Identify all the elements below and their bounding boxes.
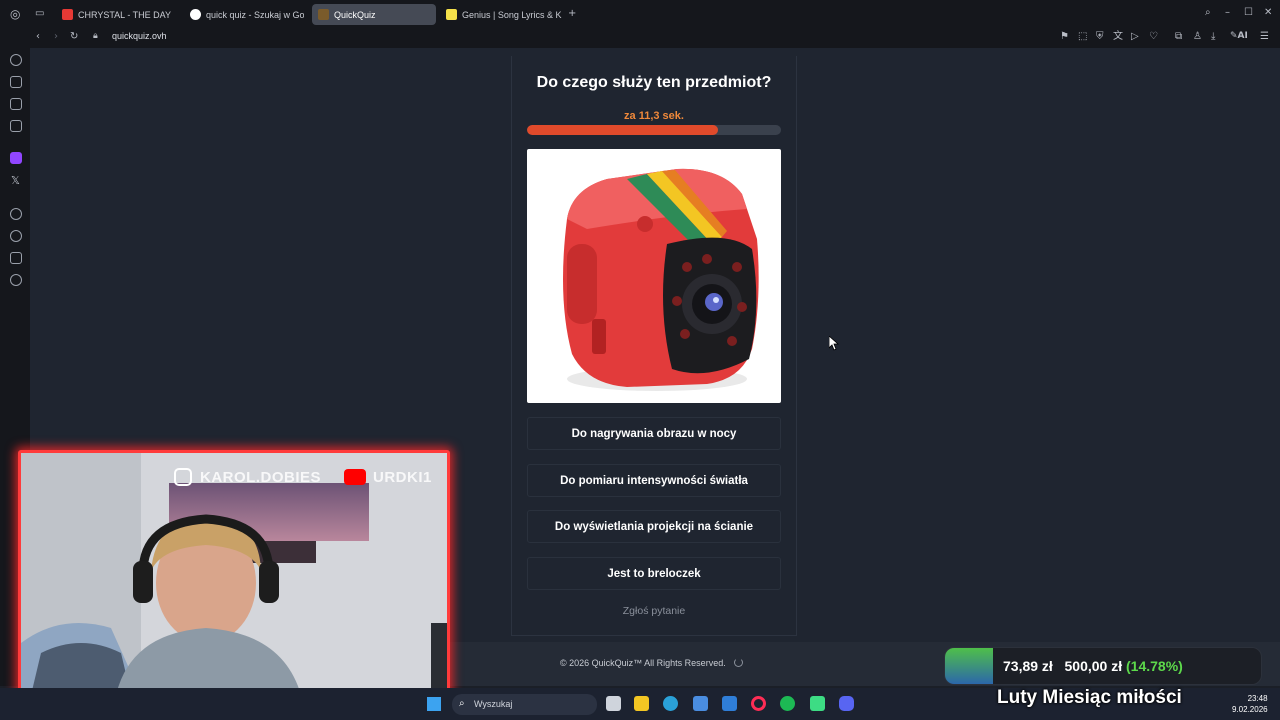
tab-label: quick quiz - Szukaj w Goo: [206, 9, 304, 20]
quiz-image: [527, 149, 781, 403]
spinner-icon: [734, 658, 744, 667]
instagram-handle: KAROL.DOBIES: [200, 469, 322, 486]
new-tab-icon[interactable]: +: [568, 9, 576, 19]
spotify-icon[interactable]: [780, 696, 795, 711]
sidebar-twitch-icon[interactable]: [10, 152, 22, 164]
answer-option-2[interactable]: Do pomiaru intensywności światła: [527, 464, 781, 497]
tab-google[interactable]: quick quiz - Szukaj w Goo: [184, 4, 304, 25]
browser-tab-bar: ◎ ▭ CHRYSTAL - THE DAY quick quiz - Szuk…: [0, 0, 1280, 28]
instagram-icon: [174, 468, 192, 486]
search-icon: ⌕: [459, 698, 465, 709]
sidebar-player-icon[interactable]: [10, 208, 22, 220]
address-bar: ‹ › ↻ 🔒︎ ⚑ ⬚ ⛨ 文 ▷ ♡ ⧉ ♙ ⤓ ✎AI ☰: [0, 28, 1280, 48]
profile-icon[interactable]: ♙: [1193, 32, 1202, 42]
forward-icon[interactable]: ›: [54, 32, 58, 42]
answer-option-1[interactable]: Do nagrywania obrazu w nocy: [527, 417, 781, 450]
play-icon[interactable]: ▷: [1131, 32, 1139, 42]
sidebar-x-icon[interactable]: 𝕏: [11, 175, 20, 186]
report-question-link[interactable]: Zgłoś pytanie: [511, 605, 797, 617]
store-icon[interactable]: [693, 696, 708, 711]
sidebar-bag-icon[interactable]: [10, 76, 22, 88]
youtube-icon: [344, 469, 366, 485]
answer-option-4[interactable]: Jest to breloczek: [527, 557, 781, 590]
quiz-question: Do czego służy ten przedmiot?: [536, 74, 772, 91]
sidebar-m-icon[interactable]: [10, 120, 22, 132]
sidebar-history-icon[interactable]: [10, 230, 22, 242]
reload-icon[interactable]: ↻: [70, 32, 78, 42]
taskbar-search-placeholder: Wyszukaj: [474, 699, 513, 709]
sidebar-refresh-icon[interactable]: [10, 54, 22, 66]
answer-label: Do wyświetlania projekcji na ścianie: [554, 520, 754, 533]
mini-camera-illustration: [563, 168, 759, 391]
clock-date: 9.02.2026: [1232, 705, 1268, 714]
translate-icon[interactable]: 文: [1113, 32, 1123, 42]
answer-label: Jest to breloczek: [607, 567, 701, 580]
timer-progress-bar: [527, 125, 781, 135]
heart-icon[interactable]: ♡: [1149, 32, 1158, 42]
screenshot-icon[interactable]: ⬚: [1078, 32, 1087, 42]
sidebar-settings-icon[interactable]: [10, 274, 22, 286]
donation-goal-widget: 73,89 zł 500,00 zł (14.78%): [944, 647, 1262, 685]
copyright-text: © 2026 QuickQuiz™ All Rights Reserved.: [560, 658, 744, 668]
url-text[interactable]: quickquiz.ovh: [112, 31, 167, 41]
sidebar-wallet-icon[interactable]: [10, 98, 22, 110]
taskbar-clock[interactable]: 23:48 9.02.2026: [1232, 693, 1268, 715]
back-icon[interactable]: ‹: [36, 32, 40, 42]
mouse-cursor-icon: [829, 336, 839, 351]
tab-label: QuickQuiz: [334, 9, 376, 20]
clock-time: 23:48: [1247, 694, 1268, 703]
stream-banner: Luty Miesiąc miłości: [997, 687, 1182, 708]
social-handles-bar: KAROL.DOBIES URDKI1: [168, 462, 444, 492]
android-icon[interactable]: [810, 696, 825, 711]
browser-logo-icon[interactable]: ◎: [10, 8, 20, 20]
answer-label: Do pomiaru intensywności światła: [560, 474, 748, 487]
tab-chrystal[interactable]: CHRYSTAL - THE DAY: [56, 4, 174, 25]
timer-progress-fill: [527, 125, 718, 135]
task-view-icon[interactable]: [606, 696, 621, 711]
sidebar-extensions-icon[interactable]: [10, 252, 22, 264]
goal-target: 500,00 zł: [1064, 658, 1123, 674]
ai-icon[interactable]: ✎AI: [1230, 32, 1248, 41]
answer-label: Do nagrywania obrazu w nocy: [571, 427, 737, 440]
edge-icon[interactable]: [663, 696, 678, 711]
mail-icon[interactable]: [722, 696, 737, 711]
answer-option-3[interactable]: Do wyświetlania projekcji na ścianie: [527, 510, 781, 543]
discord-icon[interactable]: [839, 696, 854, 711]
goal-stats: 73,89 zł 500,00 zł (14.78%): [1003, 658, 1183, 674]
minimize-icon[interactable]: –: [1225, 8, 1230, 18]
tab-label: CHRYSTAL - THE DAY: [78, 9, 172, 20]
download-icon[interactable]: ⤓: [1211, 32, 1215, 42]
goal-percent: (14.78%): [1126, 658, 1183, 674]
google-icon: [190, 9, 201, 20]
tab-genius[interactable]: Genius | Song Lyrics & Kno: [440, 4, 562, 25]
bookmark-icon[interactable]: ⚑: [1060, 32, 1069, 42]
goal-color-bar: [945, 648, 993, 684]
tab-label: Genius | Song Lyrics & Kno: [462, 9, 562, 20]
tab-quickquiz[interactable]: QuickQuiz: [312, 4, 436, 25]
menu-icon[interactable]: ☰: [1260, 32, 1269, 42]
file-explorer-icon[interactable]: [634, 696, 649, 711]
extensions-icon[interactable]: ⧉: [1175, 32, 1182, 42]
windows-start-icon[interactable]: [427, 697, 441, 711]
maximize-icon[interactable]: ☐: [1244, 8, 1253, 18]
youtube-handle: URDKI1: [373, 469, 432, 486]
lock-icon: 🔒︎: [93, 31, 98, 41]
quickquiz-icon: [318, 9, 329, 20]
genius-icon: [446, 9, 457, 20]
opera-icon[interactable]: [751, 696, 766, 711]
taskbar-search[interactable]: ⌕ Wyszukaj: [452, 694, 597, 715]
youtube-icon: [62, 9, 73, 20]
close-icon[interactable]: ✕: [1264, 8, 1272, 18]
goal-amount: 73,89 zł: [1003, 658, 1053, 674]
shield-icon[interactable]: ⛨: [1096, 32, 1104, 42]
quiz-timer: za 11,3 sek.: [624, 110, 684, 122]
tab-menu-icon[interactable]: ▭: [35, 9, 44, 19]
search-icon[interactable]: ⌕: [1205, 8, 1211, 18]
